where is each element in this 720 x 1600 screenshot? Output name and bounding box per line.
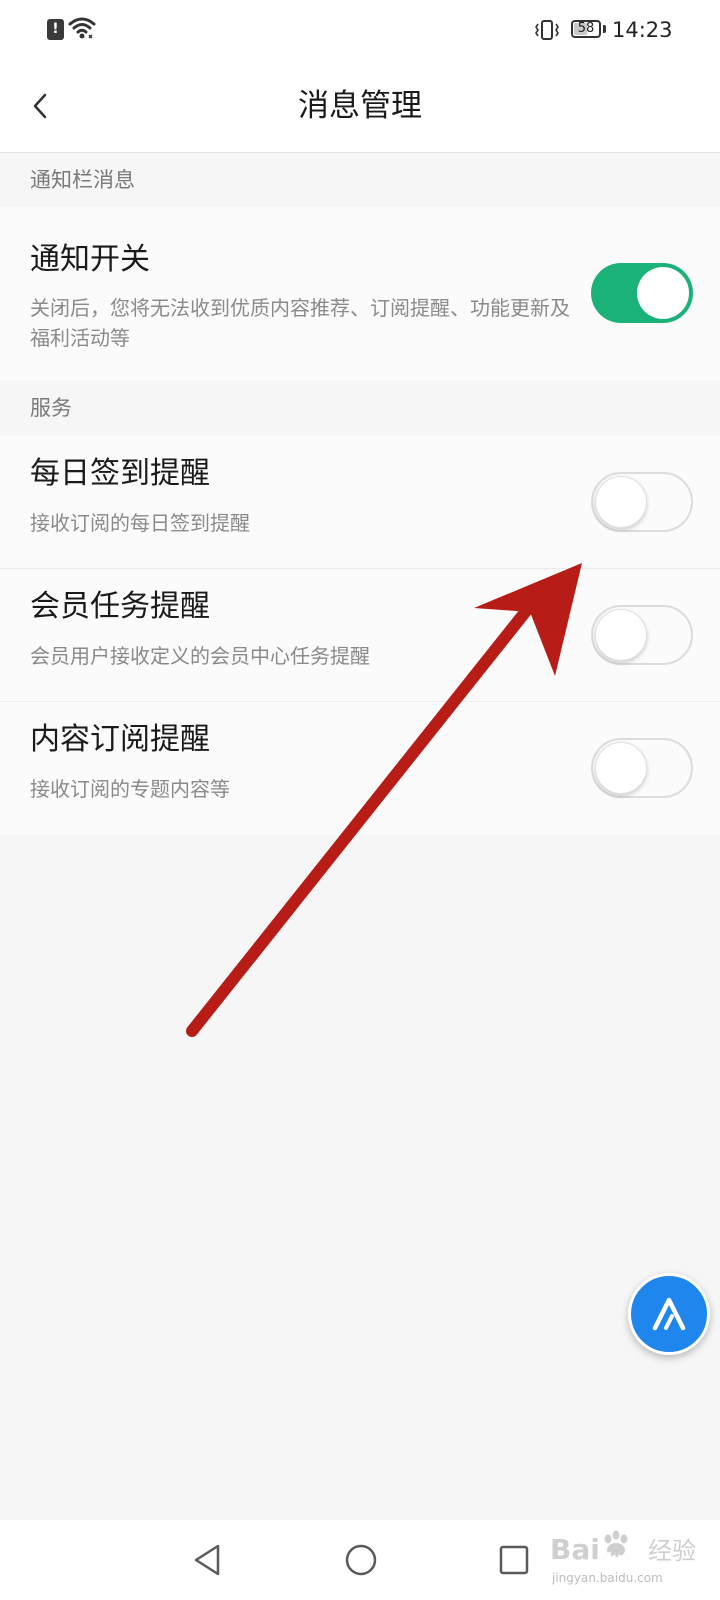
content-subscription-reminder-description: 接收订阅的专题内容等 bbox=[30, 777, 230, 801]
member-task-reminder-toggle[interactable] bbox=[591, 605, 693, 665]
content-subscription-reminder-title: 内容订阅提醒 bbox=[30, 722, 210, 757]
chevron-left-icon bbox=[33, 93, 47, 119]
toggle-knob bbox=[595, 609, 647, 661]
wifi-icon bbox=[68, 17, 96, 39]
section-label: 服务 bbox=[30, 396, 72, 420]
daily-checkin-reminder-description: 接收订阅的每日签到提醒 bbox=[30, 511, 250, 535]
toggle-knob bbox=[595, 742, 647, 794]
section-header-services: 服务 bbox=[0, 380, 720, 436]
status-time: 14:23 bbox=[612, 18, 673, 42]
notify-switch-description: 关闭后，您将无法收到优质内容推荐、订阅提醒、功能更新及福利活动等 bbox=[30, 296, 570, 350]
daily-checkin-reminder-row: 每日签到提醒 接收订阅的每日签到提醒 bbox=[0, 436, 720, 569]
header: 消息管理 bbox=[0, 60, 720, 153]
vibrate-icon bbox=[535, 20, 559, 40]
battery-level: 58 bbox=[577, 21, 595, 36]
notify-switch-row: 通知开关 关闭后，您将无法收到优质内容推荐、订阅提醒、功能更新及福利活动等 bbox=[0, 207, 720, 380]
back-button[interactable] bbox=[18, 80, 68, 130]
toggle-knob bbox=[595, 476, 647, 528]
page-title: 消息管理 bbox=[298, 88, 422, 124]
nav-home-icon[interactable] bbox=[343, 1542, 379, 1578]
content-subscription-reminder-toggle[interactable] bbox=[591, 738, 693, 798]
daily-checkin-reminder-title: 每日签到提醒 bbox=[30, 456, 210, 491]
content-subscription-reminder-row: 内容订阅提醒 接收订阅的专题内容等 bbox=[0, 702, 720, 835]
notify-switch-title: 通知开关 bbox=[30, 242, 150, 277]
status-bar: ! 58 14:23 bbox=[0, 0, 720, 60]
alert-icon: ! bbox=[47, 19, 64, 40]
member-task-reminder-title: 会员任务提醒 bbox=[30, 589, 210, 624]
member-task-reminder-description: 会员用户接收定义的会员中心任务提醒 bbox=[30, 644, 370, 668]
assistant-logo-icon bbox=[652, 1297, 686, 1331]
notify-switch-toggle[interactable] bbox=[591, 263, 693, 323]
battery-icon: 58 bbox=[571, 20, 601, 38]
daily-checkin-reminder-toggle[interactable] bbox=[591, 472, 693, 532]
section-header-notification-bar: 通知栏消息 bbox=[0, 153, 720, 207]
system-nav-bar bbox=[0, 1520, 720, 1600]
section-label: 通知栏消息 bbox=[30, 168, 135, 192]
floating-assistant-button[interactable] bbox=[628, 1273, 710, 1355]
member-task-reminder-row: 会员任务提醒 会员用户接收定义的会员中心任务提醒 bbox=[0, 569, 720, 702]
nav-back-icon[interactable] bbox=[190, 1542, 224, 1578]
nav-recent-apps-icon[interactable] bbox=[497, 1542, 531, 1578]
toggle-knob bbox=[637, 267, 689, 319]
battery-tip bbox=[603, 25, 606, 33]
